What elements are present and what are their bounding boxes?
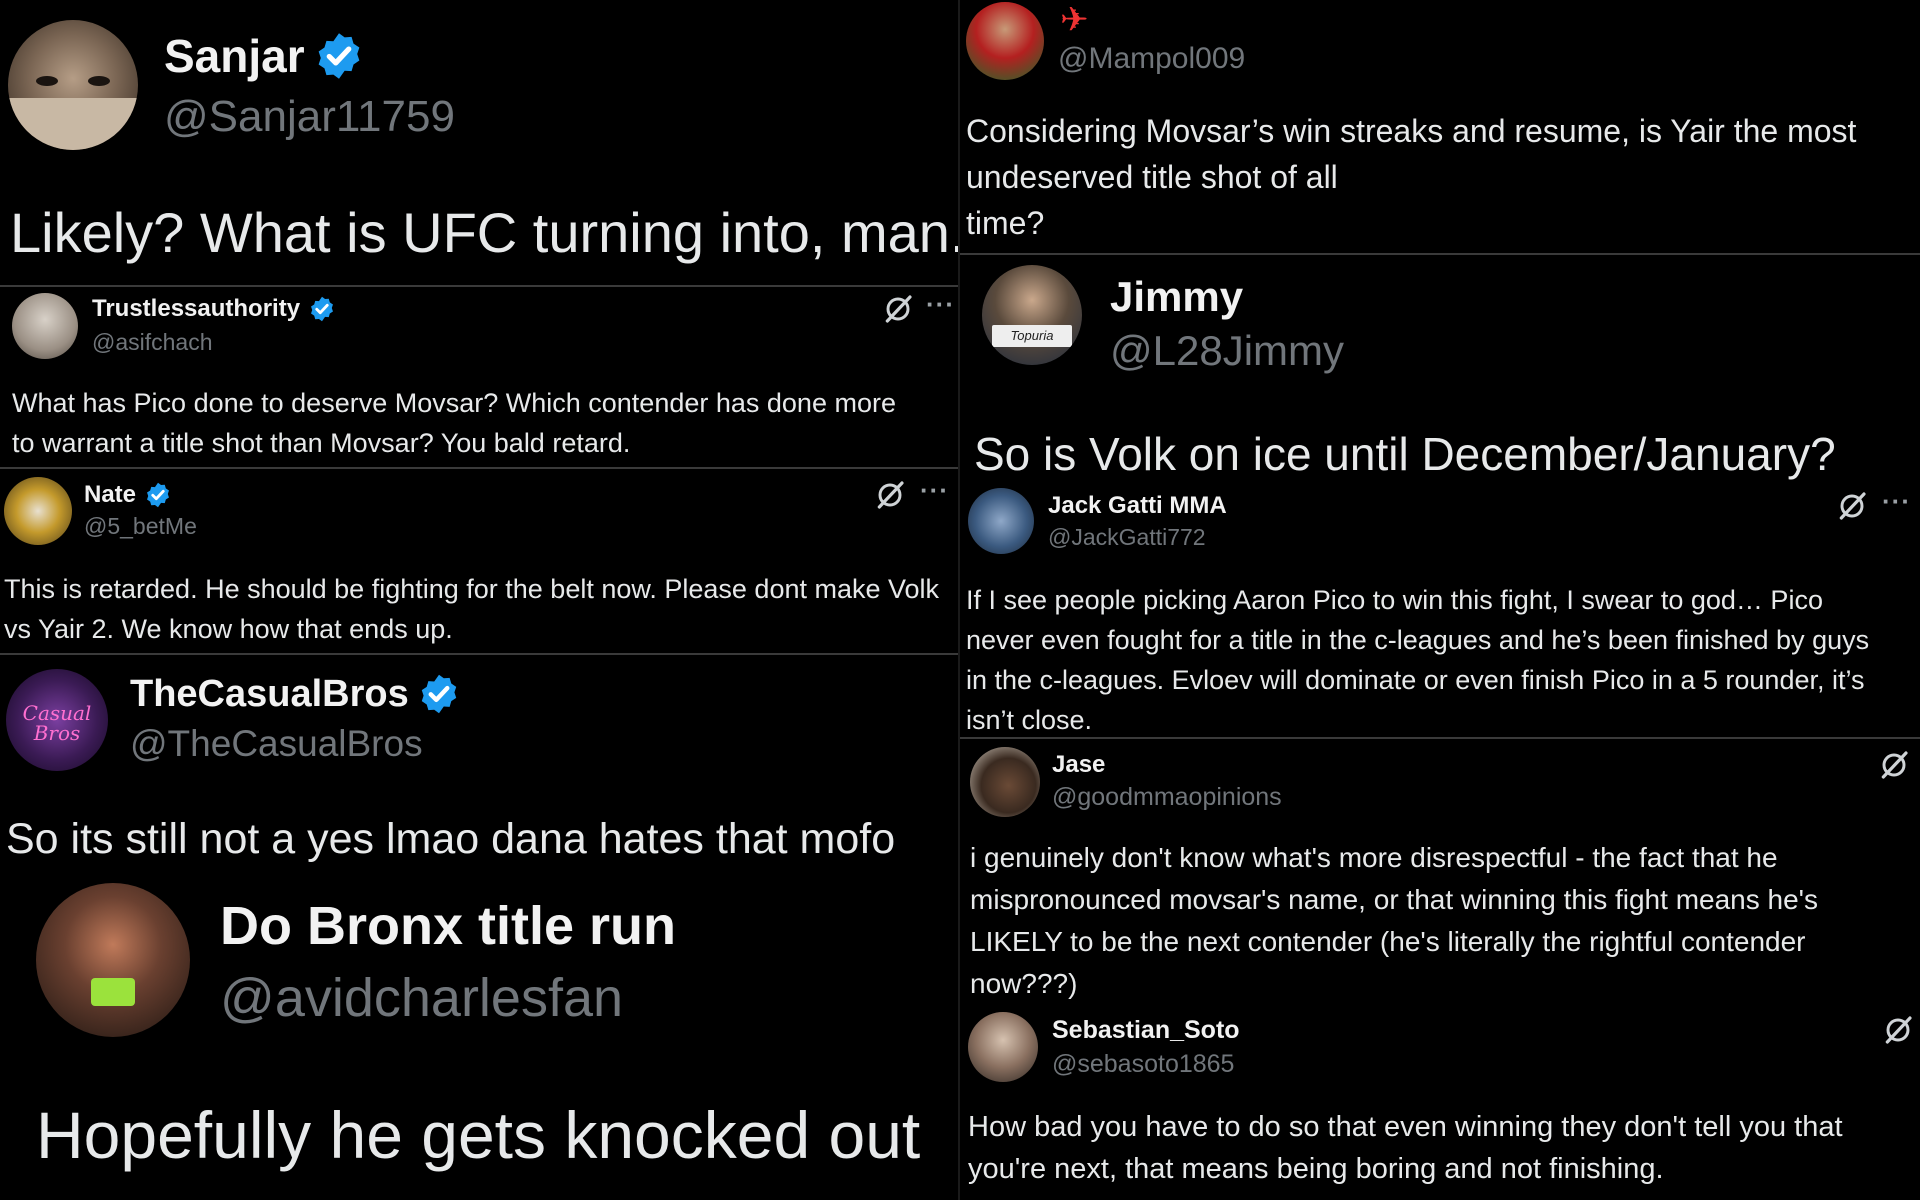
avatar[interactable] (968, 1012, 1038, 1082)
author-handle[interactable]: @L28Jimmy (1110, 327, 1344, 375)
tweet-text: If I see people picking Aaron Pico to wi… (966, 585, 1870, 735)
author-name-text[interactable]: Jack Gatti MMA (1048, 492, 1227, 520)
tweet-text: How bad you have to do so that even winn… (968, 1111, 1843, 1185)
author-handle[interactable]: @asifchach (92, 329, 213, 356)
avatar[interactable] (36, 883, 190, 1037)
grok-slash-icon[interactable] (874, 479, 906, 511)
grok-slash-icon[interactable] (882, 293, 914, 325)
verified-badge-icon (145, 481, 171, 509)
author-name[interactable]: Do Bronx title run (220, 891, 676, 961)
tweet-trustlessauthority: Trustlessauthority @asifchach ··· What h… (0, 287, 958, 469)
author-name-text[interactable]: Sebastian_Soto (1052, 1016, 1240, 1045)
verified-badge-icon (313, 30, 365, 82)
author-name-text[interactable]: Jimmy (1110, 273, 1243, 321)
tweet-text: So is Volk on ice until December/January… (974, 428, 1836, 480)
author-handle[interactable]: @goodmmaopinions (1052, 783, 1282, 812)
tweet-text-line: Considering Movsar’s win streaks and res… (966, 113, 1857, 149)
grok-slash-icon[interactable] (1878, 749, 1910, 781)
tweet-mampol009: ✈ @Mampol009 Considering Movsar’s win st… (960, 0, 1920, 255)
author-name[interactable]: TheCasualBros (130, 669, 461, 719)
author-name-text[interactable]: Jase (1052, 751, 1105, 779)
author-name[interactable]: Jimmy (1110, 269, 1243, 325)
more-icon[interactable]: ··· (1882, 486, 1911, 517)
author-handle[interactable]: @avidcharlesfan (220, 967, 623, 1029)
tweet-sebastian-soto: Sebastian_Soto @sebasoto1865 How bad you… (960, 1006, 1920, 1200)
author-name[interactable]: Trustlessauthority (92, 293, 336, 325)
airplane-icon: ✈ (1060, 1, 1089, 39)
more-icon[interactable]: ··· (926, 289, 955, 320)
tweet-text: Likely? What is UFC turning into, man. (10, 201, 958, 264)
tweet-text-line: undeserved title shot of all (966, 159, 1338, 195)
avatar[interactable] (12, 293, 78, 359)
author-name-text[interactable]: TheCasualBros (130, 673, 409, 716)
grok-slash-icon[interactable] (1836, 490, 1868, 522)
avatar[interactable] (8, 20, 138, 150)
tweet-sanjar: Sanjar @Sanjar11759 Likely? What is UFC … (0, 0, 958, 287)
avatar[interactable]: Topuria (982, 265, 1082, 365)
tweet-do-bronx-title-run: Do Bronx title run @avidcharlesfan Hopef… (0, 875, 958, 1200)
author-name[interactable]: Jase (1052, 749, 1105, 781)
tweet-nate: Nate @5_betMe ··· This is retarded. He s… (0, 469, 958, 655)
grok-slash-icon[interactable] (1882, 1014, 1914, 1046)
avatar[interactable] (4, 477, 72, 545)
tweet-text: This is retarded. He should be fighting … (4, 574, 940, 644)
author-handle[interactable]: @Mampol009 (1058, 42, 1245, 76)
author-name[interactable]: Nate (84, 479, 172, 511)
tweet-text: Considering Movsar’s win streaks and res… (966, 108, 1916, 246)
verified-badge-icon (309, 295, 335, 323)
author-name[interactable]: Sebastian_Soto (1052, 1014, 1240, 1046)
author-handle[interactable]: @5_betMe (84, 513, 197, 540)
verified-badge-icon (417, 672, 461, 716)
author-name-text[interactable]: Nate (84, 481, 136, 509)
author-handle[interactable]: @Sanjar11759 (164, 92, 455, 142)
author-handle[interactable]: @sebasoto1865 (1052, 1050, 1234, 1079)
tweet-text-line: time? (966, 205, 1045, 241)
more-icon[interactable]: ··· (920, 475, 949, 506)
tweet-text: So its still not a yes lmao dana hates t… (6, 815, 896, 863)
tweet-text: i genuinely don't know what's more disre… (970, 842, 1818, 999)
author-name[interactable]: Jack Gatti MMA (1048, 490, 1227, 522)
author-name[interactable]: Sanjar (164, 26, 365, 86)
avatar[interactable] (970, 747, 1040, 817)
avatar-caption: Topuria (992, 325, 1072, 347)
tweet-jack-gatti-mma: Jack Gatti MMA @JackGatti772 ··· If I se… (960, 480, 1920, 739)
tweet-jase: Jase @goodmmaopinions i genuinely don't … (960, 739, 1920, 1006)
tweet-text: What has Pico done to deserve Movsar? Wh… (12, 388, 896, 458)
avatar[interactable] (966, 2, 1044, 80)
tweet-text: Hopefully he gets knocked out (36, 1098, 921, 1172)
author-name-text[interactable]: Trustlessauthority (92, 295, 300, 323)
avatar[interactable]: Casual Bros (6, 669, 108, 771)
tweet-thecasualbros: Casual Bros TheCasualBros @TheCasualBros … (0, 655, 958, 875)
author-name-text[interactable]: Sanjar (164, 29, 305, 83)
author-handle[interactable]: @TheCasualBros (130, 723, 423, 765)
author-name-text[interactable]: Do Bronx title run (220, 895, 676, 957)
author-handle[interactable]: @JackGatti772 (1048, 524, 1206, 551)
tweet-jimmy: Topuria Jimmy @L28Jimmy So is Volk on ic… (960, 255, 1920, 480)
avatar[interactable] (968, 488, 1034, 554)
